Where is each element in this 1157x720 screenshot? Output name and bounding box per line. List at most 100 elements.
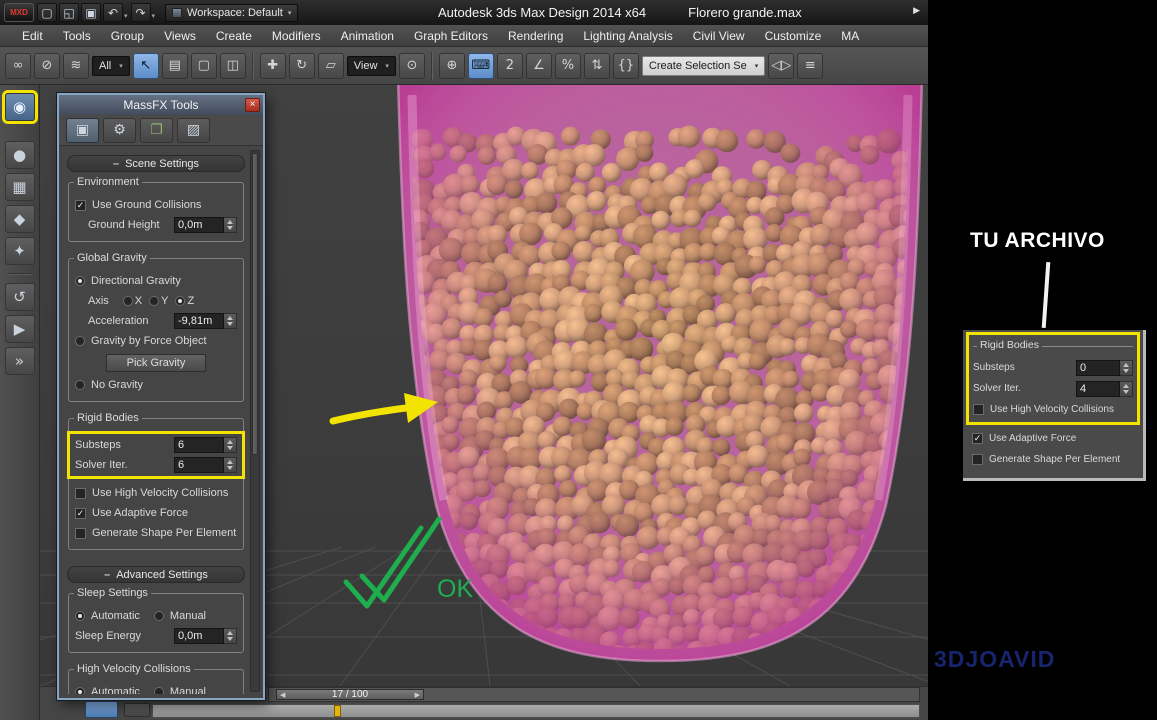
named-selection-sets-icon[interactable]: {} [612, 52, 639, 79]
menu-lighting-analysis[interactable]: Lighting Analysis [573, 25, 682, 47]
track-bar-key-marker[interactable] [334, 705, 341, 717]
new-file-icon[interactable]: ▢ [37, 3, 57, 22]
dropdown-caret-icon[interactable]: ▾ [124, 12, 128, 20]
solver-iterations-spinner[interactable]: 6 [174, 457, 237, 473]
tab-multi-object-editor[interactable]: ❐ [140, 117, 173, 143]
window-crossing-icon[interactable]: ◫ [219, 52, 246, 79]
ground-height-spinner[interactable]: 0,0m [174, 217, 237, 233]
use-adaptive-force-checkbox[interactable]: ✓ [972, 433, 983, 444]
spinner-snap-icon[interactable]: ⇅ [583, 52, 610, 79]
unlink-selection-icon[interactable]: ⊘ [34, 52, 60, 79]
use-high-velocity-collisions-checkbox[interactable] [75, 487, 86, 499]
hvc-manual-radio[interactable] [153, 687, 164, 694]
select-and-rotate-icon[interactable]: ↻ [288, 52, 315, 79]
spinner-arrows-icon[interactable] [1120, 359, 1133, 376]
reference-coordinate-dropdown[interactable]: View ▾ [346, 55, 396, 76]
menu-graph-editors[interactable]: Graph Editors [404, 25, 498, 47]
axis-y-radio[interactable] [149, 296, 160, 306]
menu-rendering[interactable]: Rendering [498, 25, 573, 47]
menu-animation[interactable]: Animation [331, 25, 404, 47]
rollout-scene-settings[interactable]: – Scene Settings [67, 155, 245, 172]
spinner-arrows-icon[interactable] [224, 437, 237, 453]
set-kinematic-rigid-body-icon[interactable]: ▦ [4, 173, 35, 201]
time-slider[interactable]: ◀ 17 / 100 ▶ [268, 687, 920, 702]
substeps-spinner[interactable]: 0 [1076, 359, 1133, 376]
reset-simulation-icon[interactable]: ↺ [4, 283, 35, 311]
angle-snap-icon[interactable]: ∠ [525, 52, 552, 79]
directional-gravity-radio[interactable] [75, 276, 85, 286]
tab-world-parameters[interactable]: ▣ [66, 117, 99, 143]
massfx-tools-icon[interactable]: ◉ [4, 93, 35, 121]
undo-icon[interactable]: ↶ [103, 3, 123, 22]
selection-filter-dropdown[interactable]: All ▾ [92, 55, 130, 76]
select-and-scale-icon[interactable]: ▱ [317, 52, 344, 79]
spinner-arrows-icon[interactable] [224, 217, 237, 233]
pick-gravity-button[interactable]: Pick Gravity [106, 354, 206, 372]
sleep-energy-value[interactable]: 0,0m [174, 628, 224, 644]
menu-edit[interactable]: Edit [12, 25, 53, 47]
no-gravity-radio[interactable] [75, 380, 85, 390]
menu-customize[interactable]: Customize [755, 25, 832, 47]
time-slider-handle[interactable]: ◀ 17 / 100 ▶ [276, 689, 424, 700]
menu-civil-view[interactable]: Civil View [683, 25, 755, 47]
axis-z-radio[interactable] [175, 296, 186, 306]
substeps-value[interactable]: 0 [1076, 359, 1120, 376]
set-dynamic-rigid-body-icon[interactable]: ● [4, 141, 35, 169]
menu-views[interactable]: Views [154, 25, 206, 47]
rectangular-selection-icon[interactable]: ▢ [190, 52, 217, 79]
bind-to-space-warp-icon[interactable]: ≋ [63, 52, 89, 79]
selection-lock-toggle[interactable] [85, 701, 118, 718]
sleep-manual-radio[interactable] [153, 611, 164, 621]
substeps-value[interactable]: 6 [174, 437, 224, 453]
ground-height-value[interactable]: 0,0m [174, 217, 224, 233]
acceleration-spinner[interactable]: -9,81m [174, 313, 237, 329]
previous-frame-button[interactable]: ◀ [280, 691, 285, 699]
workspace-dropdown[interactable]: Workspace: Default ▾ [165, 3, 299, 22]
mirror-icon[interactable]: ◁▷ [768, 52, 795, 79]
tab-display-options[interactable]: ▨ [177, 117, 210, 143]
sleep-automatic-radio[interactable] [75, 611, 85, 621]
solver-iterations-value[interactable]: 4 [1076, 380, 1120, 397]
use-pivot-point-icon[interactable]: ⊙ [398, 52, 425, 79]
dialog-titlebar[interactable]: MassFX Tools × [59, 95, 263, 115]
generate-shape-per-element-checkbox[interactable] [75, 527, 86, 539]
spinner-arrows-icon[interactable] [224, 313, 237, 329]
tab-simulation-tools[interactable]: ⚙ [103, 117, 136, 143]
select-by-name-icon[interactable]: ▤ [161, 52, 188, 79]
select-and-manipulate-icon[interactable]: ⊕ [438, 52, 465, 79]
dialog-scrollbar[interactable] [250, 150, 260, 692]
hvc-automatic-radio[interactable] [75, 687, 85, 694]
axis-x-radio[interactable] [122, 296, 133, 306]
open-file-icon[interactable]: ◱ [59, 3, 79, 22]
spinner-arrows-icon[interactable] [1120, 380, 1133, 397]
next-frame-button[interactable]: ▶ [415, 691, 420, 699]
menu-modifiers[interactable]: Modifiers [262, 25, 331, 47]
spinner-arrows-icon[interactable] [224, 628, 237, 644]
menu-ma[interactable]: MA [831, 25, 869, 47]
use-adaptive-force-checkbox[interactable]: ✓ [75, 507, 86, 519]
keyboard-entry-icon[interactable] [124, 703, 150, 717]
menu-group[interactable]: Group [101, 25, 154, 47]
keyboard-override-icon[interactable]: ⌨ [467, 52, 494, 79]
use-ground-collisions-checkbox[interactable]: ✓ [75, 199, 86, 211]
snap-toggle-icon[interactable]: 2 [496, 52, 523, 79]
titlebar-overflow-icon[interactable]: ▶ [913, 6, 920, 16]
scrollbar-thumb[interactable] [252, 153, 258, 456]
set-static-rigid-body-icon[interactable]: ◆ [4, 205, 35, 233]
step-simulation-icon[interactable]: » [4, 347, 35, 375]
dropdown-caret-icon[interactable]: ▾ [152, 12, 156, 20]
select-and-move-icon[interactable]: ✚ [259, 52, 286, 79]
percent-snap-icon[interactable]: % [554, 52, 581, 79]
solver-iterations-value[interactable]: 6 [174, 457, 224, 473]
sleep-energy-spinner[interactable]: 0,0m [174, 628, 237, 644]
redo-icon[interactable]: ↷ [130, 3, 151, 22]
named-selection-dropdown[interactable]: Create Selection Se ▾ [641, 55, 766, 76]
acceleration-value[interactable]: -9,81m [174, 313, 224, 329]
rollout-advanced-settings[interactable]: – Advanced Settings [67, 566, 245, 583]
select-object-icon[interactable]: ↖ [132, 52, 159, 79]
generate-shape-per-element-checkbox[interactable] [972, 454, 983, 465]
align-icon[interactable]: ≡ [797, 52, 824, 79]
menu-tools[interactable]: Tools [53, 25, 101, 47]
menu-create[interactable]: Create [206, 25, 262, 47]
save-file-icon[interactable]: ▣ [81, 3, 101, 22]
